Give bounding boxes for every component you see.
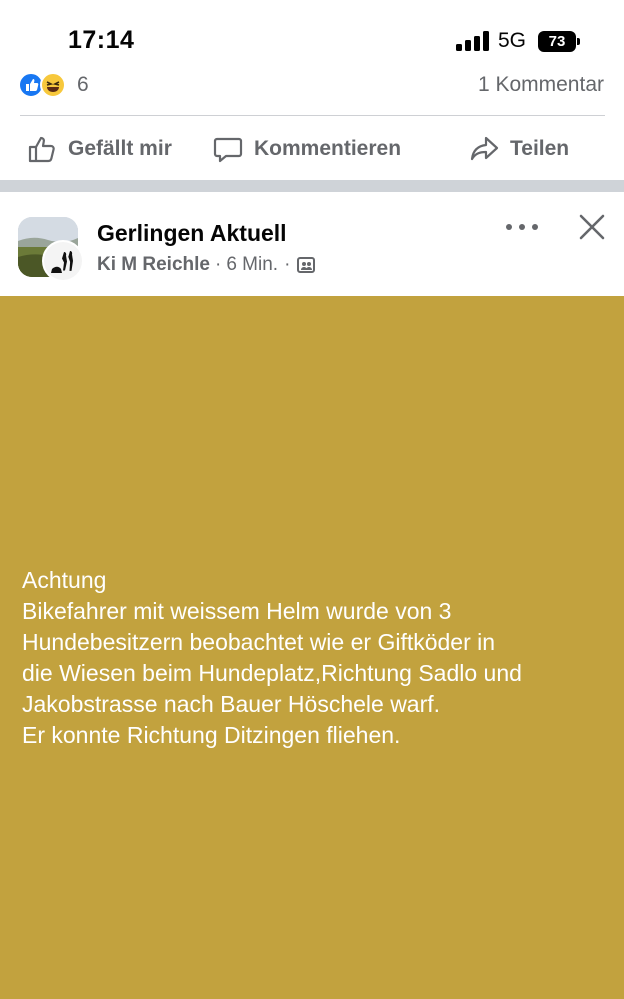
battery-level: 73	[538, 31, 576, 52]
like-button[interactable]: Gefällt mir	[26, 130, 172, 168]
battery-icon: 73	[538, 31, 580, 52]
meta-separator: ·	[284, 254, 291, 275]
comment-count-link[interactable]: 1 Kommentar	[478, 73, 604, 97]
divider	[20, 115, 605, 116]
comment-bubble-icon	[213, 137, 243, 163]
comment-label: Kommentieren	[254, 137, 402, 160]
share-label: Teilen	[510, 137, 570, 160]
post-text-line: die Wiesen beim Hundeplatz,Richtung Sadl…	[22, 660, 522, 686]
close-icon[interactable]	[577, 212, 607, 242]
post-header	[0, 192, 624, 296]
haha-reaction-icon	[40, 72, 66, 98]
post-text-line: Bikefahrer mit weissem Helm wurde von 3	[22, 598, 452, 624]
group-audience-icon	[297, 257, 316, 273]
people-silhouette-image	[44, 242, 82, 280]
signal-strength-icon	[456, 31, 489, 51]
post-text-line: Jakobstrasse nach Bauer Höschele warf.	[22, 691, 441, 717]
meta-separator: ·	[214, 254, 222, 275]
post-text-line: Er konnte Richtung Ditzingen fliehen.	[22, 722, 401, 748]
reaction-count: 6	[77, 73, 89, 96]
feed-separator	[0, 180, 624, 192]
like-label: Gefällt mir	[68, 137, 172, 160]
post-meta: Ki M Reichle · 6 Min. ·	[97, 254, 316, 276]
post-time[interactable]: 6 Min.	[226, 254, 278, 276]
post-text-line: Hundebesitzern beobachtet wie er Giftköd…	[22, 629, 496, 655]
share-arrow-icon	[470, 136, 499, 161]
status-bar: 17:14 5G 73	[0, 0, 624, 66]
group-name[interactable]: Gerlingen Aktuell	[97, 220, 287, 247]
status-time: 17:14	[68, 26, 135, 54]
thumbs-up-icon	[28, 136, 55, 163]
share-button[interactable]: Teilen	[468, 130, 569, 168]
post-text: Achtung Bikefahrer mit weissem Helm wurd…	[22, 565, 612, 751]
more-options-icon[interactable]	[506, 212, 538, 242]
author-name[interactable]: Ki M Reichle	[97, 254, 210, 276]
comment-button[interactable]: Kommentieren	[212, 130, 401, 168]
post-text-line: Achtung	[22, 567, 107, 593]
author-avatar[interactable]	[42, 240, 84, 282]
network-type: 5G	[498, 29, 527, 52]
